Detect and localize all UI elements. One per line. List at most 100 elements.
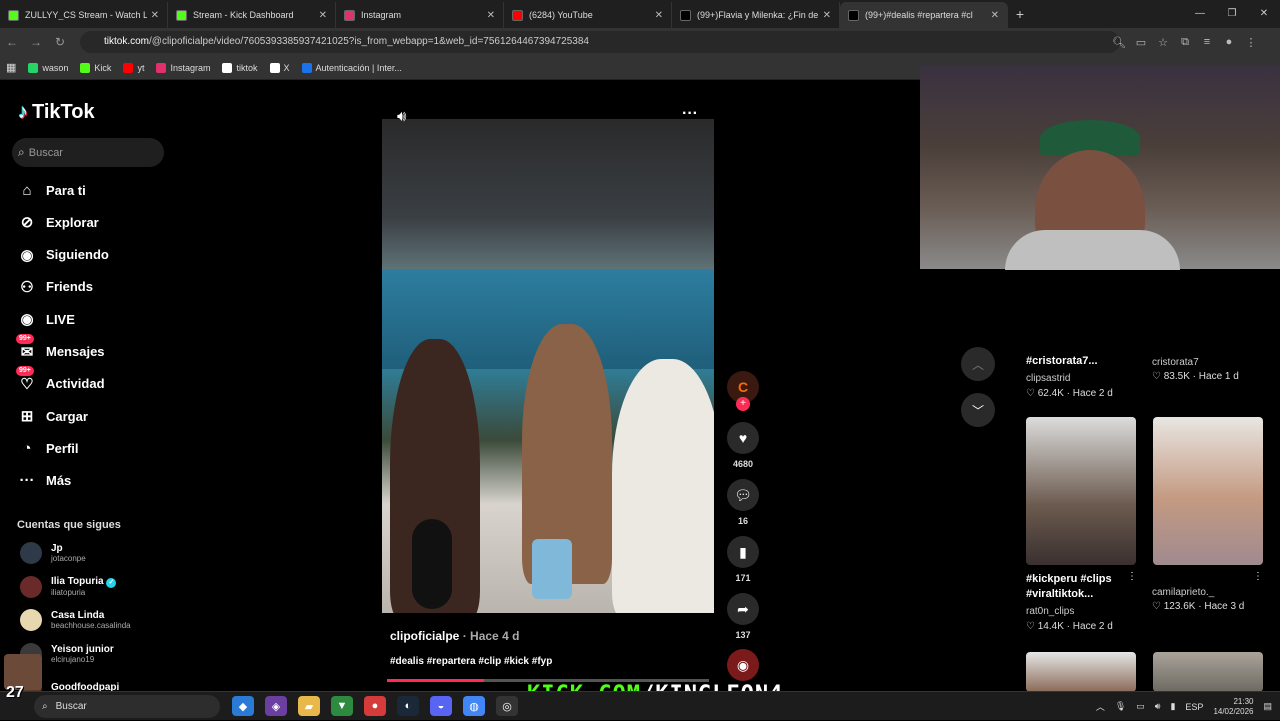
sidebar-item-profile[interactable]: ◔ Perfil [16, 437, 79, 459]
card-author[interactable]: cristorata7 [1152, 357, 1199, 368]
card-likes: ♡ 14.4K · Hace 2 d [1026, 621, 1113, 632]
card-author[interactable]: clipsastrid [1026, 373, 1070, 384]
bookmark-item[interactable]: Instagram [156, 62, 210, 73]
file-explorer-icon[interactable]: ▰ [298, 696, 320, 716]
network-icon[interactable]: ▭ [1136, 701, 1145, 712]
card-author[interactable]: rat0n_clips [1026, 606, 1074, 617]
tiktok-logo[interactable]: ♪ TikTok [18, 101, 95, 124]
browser-tab[interactable]: ZULLYY_CS Stream - Watch Live ✕ [0, 2, 168, 28]
prev-video-button[interactable]: ︿ [961, 347, 995, 381]
url-path: /@clipoficialpe/video/760539338593742102… [149, 36, 589, 47]
search-input[interactable]: ⌕ Buscar [12, 138, 164, 167]
card-more-icon[interactable]: ⋮ [1253, 571, 1263, 582]
bookmark-item[interactable]: tiktok [222, 62, 258, 73]
mic-icon[interactable]: 🎙︎ [1115, 701, 1126, 712]
zoom-icon[interactable]: 🔍︎ [1108, 36, 1130, 49]
card-title[interactable]: #cristorata7... [1026, 355, 1098, 367]
new-tab-button[interactable]: + [1008, 2, 1032, 28]
card-author[interactable]: camilaprieto._ [1152, 587, 1214, 598]
obs-icon[interactable]: ◎ [496, 696, 518, 716]
notification-icon[interactable]: ▤ [1263, 701, 1272, 712]
video-player[interactable] [382, 119, 714, 613]
webcam-shirt [1005, 230, 1180, 270]
sidebar-item-home[interactable]: ⌂ Para ti [16, 179, 85, 201]
volume-icon[interactable]: 🔊︎ [397, 108, 406, 125]
comment-button[interactable]: 💬︎ 16 [727, 479, 759, 526]
extensions-icon[interactable]: ⧉ [1174, 36, 1196, 49]
media-icon[interactable]: ≡ [1196, 36, 1218, 48]
cast-icon[interactable]: ▭ [1130, 36, 1152, 49]
more-options-icon[interactable]: ··· [682, 105, 698, 123]
tray-chevron-icon[interactable]: ︿ [1096, 700, 1105, 713]
card-thumbnail[interactable] [1153, 652, 1263, 692]
save-button[interactable]: ▮ 171 [727, 536, 759, 583]
copilot-icon[interactable]: ◆ [232, 696, 254, 716]
browser-tab[interactable]: Instagram ✕ [336, 2, 504, 28]
video-author[interactable]: clipoficialpe [390, 629, 459, 643]
discord-icon[interactable]: ◒ [430, 696, 452, 716]
bookmark-item[interactable]: Kick [80, 62, 111, 73]
browser-tab[interactable]: (99+)Flavia y Milenka: ¿Fin de la ✕ [672, 2, 840, 28]
close-tab-icon[interactable]: ✕ [655, 10, 663, 21]
volume-icon[interactable]: 🔊︎ [1155, 701, 1161, 712]
sidebar-item-friends[interactable]: ⚇ Friends [16, 276, 93, 298]
sidebar-item-upload[interactable]: ⊞ Cargar [16, 405, 88, 427]
bookmark-item[interactable]: wason [28, 62, 68, 73]
url-field[interactable]: tiktok.com/@clipoficialpe/video/76053933… [80, 31, 1120, 53]
app-icon[interactable]: ▼ [331, 696, 353, 716]
browser-tab[interactable]: (99+)#dealis #repartera #cl ✕ [840, 2, 1008, 28]
sidebar-item-activity[interactable]: ♡ 99+ Actividad [16, 365, 105, 395]
video-caption[interactable]: #dealis #repartera #clip #kick #fyp [390, 656, 552, 667]
minimize-icon[interactable]: — [1184, 0, 1216, 28]
tab-favicon-icon [176, 9, 187, 21]
card-thumbnail[interactable] [1026, 417, 1136, 565]
bookmark-item[interactable]: Autenticación | Inter... [301, 62, 402, 73]
bookmark-item[interactable]: yt [123, 62, 144, 73]
next-video-button[interactable]: ﹀ [961, 393, 995, 427]
browser-tab[interactable]: Stream - Kick Dashboard ✕ [168, 2, 336, 28]
forward-icon[interactable]: → [24, 35, 48, 49]
following-account[interactable]: Ilia Topuria ✓ iliatopuria [20, 575, 117, 598]
card-title[interactable]: #kickperu #clips #viraltiktok... [1026, 572, 1126, 602]
sidebar-item-label: Perfil [46, 440, 79, 456]
close-tab-icon[interactable]: ✕ [319, 10, 327, 21]
restore-icon[interactable]: ❐ [1216, 0, 1248, 28]
sidebar-item-messages[interactable]: ✉ 99+ Mensajes [16, 333, 105, 363]
close-tab-icon[interactable]: ✕ [823, 10, 831, 21]
star-icon[interactable]: ☆ [1152, 36, 1174, 49]
card-thumbnail[interactable] [1026, 652, 1136, 692]
sidebar-item-following[interactable]: ◉ Siguiendo [16, 244, 108, 266]
like-button[interactable]: ♥ 4680 [727, 422, 759, 469]
reload-icon[interactable]: ↻ [48, 35, 72, 49]
close-tab-icon[interactable]: ✕ [991, 10, 999, 21]
app-icon[interactable]: ◈ [265, 696, 287, 716]
following-account[interactable]: Casa Linda beachhouse.casalinda [20, 609, 131, 631]
card-thumbnail[interactable] [1153, 417, 1263, 565]
back-icon[interactable]: ← [0, 35, 24, 49]
close-window-icon[interactable]: ✕ [1248, 0, 1280, 28]
battery-icon[interactable]: ▮ [1170, 701, 1175, 712]
clock[interactable]: 21:30 14/02/2026 [1213, 697, 1253, 717]
bookmark-item[interactable]: X [269, 62, 290, 73]
browser-tab[interactable]: (6284) YouTube ✕ [504, 2, 672, 28]
share-button[interactable]: ➦ 137 [727, 593, 759, 640]
following-account[interactable]: Jp jotaconpe [20, 542, 86, 564]
chrome-icon[interactable]: ◍ [463, 696, 485, 716]
music-disc-button[interactable]: ◉ [727, 649, 759, 681]
follow-plus-icon[interactable]: + [736, 397, 750, 411]
taskbar-search[interactable]: ⌕ Buscar [34, 695, 220, 718]
author-avatar-button[interactable]: C + [727, 371, 759, 411]
profile-avatar-icon[interactable]: ● [1218, 36, 1240, 48]
avatar [20, 575, 42, 598]
menu-icon[interactable]: ⋮ [1240, 36, 1262, 49]
sidebar-item-more[interactable]: ··· Más [16, 470, 72, 492]
card-more-icon[interactable]: ⋮ [1127, 571, 1137, 582]
sidebar-item-live[interactable]: ◉ LIVE [16, 308, 74, 330]
apps-icon[interactable]: ▦ [6, 61, 16, 74]
close-tab-icon[interactable]: ✕ [487, 10, 495, 21]
close-tab-icon[interactable]: ✕ [151, 10, 159, 21]
language-indicator[interactable]: ESP [1185, 702, 1203, 712]
steam-icon[interactable]: ◐ [397, 696, 419, 716]
sidebar-item-compass[interactable]: ⊘ Explorar [16, 211, 99, 233]
app-icon[interactable]: ● [364, 696, 386, 716]
